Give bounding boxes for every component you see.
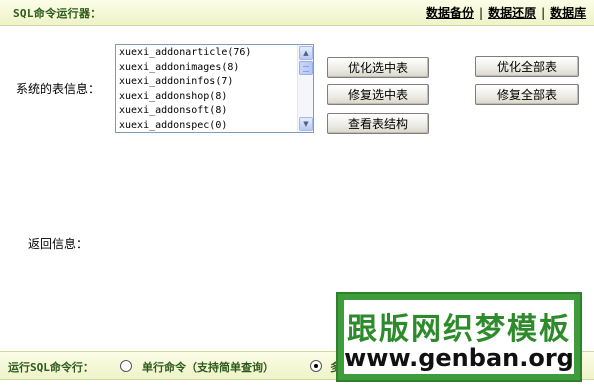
multi-command-radio[interactable]: [310, 360, 322, 372]
backup-link[interactable]: 数据备份: [426, 6, 474, 20]
database-link[interactable]: 数据库: [550, 6, 586, 20]
scroll-thumb[interactable]: [299, 61, 313, 75]
repair-selected-button[interactable]: 修复选中表: [327, 84, 429, 105]
single-command-label[interactable]: 单行命令（支持简单查询）: [142, 359, 274, 375]
single-command-radio[interactable]: [120, 360, 132, 372]
listbox-scrollbar[interactable]: ▲ ▼: [297, 45, 313, 132]
scroll-down-arrow-icon[interactable]: ▼: [299, 117, 313, 131]
list-item[interactable]: xuexi_addonsoft(8): [119, 104, 297, 119]
page-title: SQL命令运行器：: [13, 7, 102, 20]
link-separator: |: [479, 6, 484, 20]
optimize-all-button[interactable]: 优化全部表: [475, 56, 579, 77]
list-item[interactable]: xuexi_addonarticle(76): [119, 46, 297, 61]
optimize-selected-button[interactable]: 优化选中表: [327, 57, 429, 78]
restore-link[interactable]: 数据还原: [488, 6, 536, 20]
repair-all-button[interactable]: 修复全部表: [475, 84, 579, 105]
list-item[interactable]: xuexi_addonimages(8): [119, 61, 297, 76]
table-listbox[interactable]: xuexi_addonarticle(76) xuexi_addonimages…: [115, 44, 314, 133]
watermark-url: www.genban.org: [344, 344, 574, 372]
header-bar: SQL命令运行器： 数据备份 | 数据还原 | 数据库: [0, 0, 594, 26]
view-structure-button[interactable]: 查看表结构: [327, 113, 429, 134]
list-item[interactable]: xuexi_addonspec(0): [119, 119, 297, 133]
header-links: 数据备份 | 数据还原 | 数据库: [426, 4, 586, 21]
watermark-title: 跟版网织梦模板: [347, 312, 571, 347]
list-item[interactable]: xuexi_addonshop(8): [119, 90, 297, 105]
table-list: xuexi_addonarticle(76) xuexi_addonimages…: [116, 45, 297, 133]
table-info-label: 系统的表信息：: [16, 82, 101, 96]
scroll-up-arrow-icon[interactable]: ▲: [299, 46, 313, 60]
return-info-label: 返回信息：: [28, 237, 89, 251]
watermark-logo: 跟版网织梦模板 www.genban.org: [336, 292, 582, 382]
run-sql-label: 运行SQL命令行：: [8, 361, 94, 374]
link-separator: |: [541, 6, 546, 20]
watermark-frame: 跟版网织梦模板 www.genban.org: [342, 298, 576, 376]
list-item[interactable]: xuexi_addoninfos(7): [119, 75, 297, 90]
